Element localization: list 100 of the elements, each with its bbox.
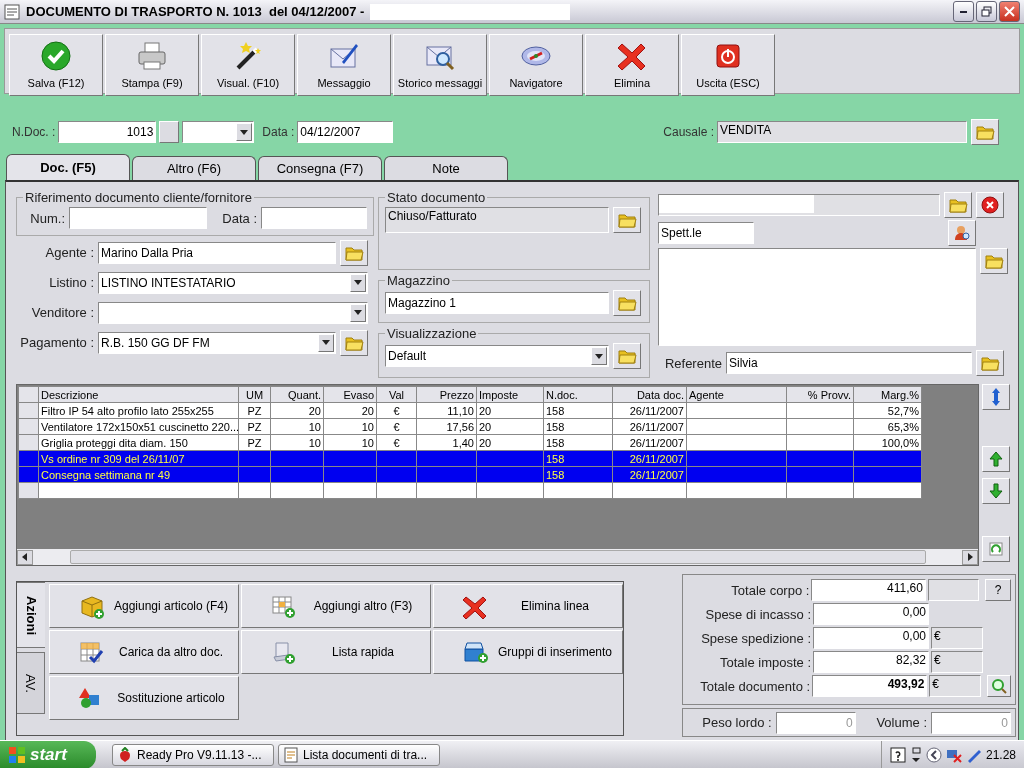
text-field[interactable] bbox=[261, 207, 367, 229]
folder-button[interactable] bbox=[971, 119, 1000, 145]
table-cell: 10 bbox=[270, 434, 324, 451]
text-field[interactable] bbox=[69, 207, 207, 229]
action-button[interactable]: Lista rapida bbox=[241, 630, 431, 674]
table-cell: 52,7% bbox=[853, 402, 922, 419]
column-header[interactable]: Agente bbox=[686, 386, 787, 403]
toolbar-button[interactable]: Uscita (ESC) bbox=[681, 34, 775, 96]
dropdown[interactable] bbox=[98, 301, 368, 324]
column-header[interactable]: Quant. bbox=[270, 386, 324, 403]
toolbar-button[interactable]: Salva (F12) bbox=[9, 34, 103, 96]
field-label: Venditore : bbox=[30, 305, 94, 320]
field-label: Peso lordo : bbox=[701, 715, 772, 730]
toolbar-button[interactable]: Messaggio bbox=[297, 34, 391, 96]
column-header[interactable]: % Provv. bbox=[786, 386, 854, 403]
window-title: DOCUMENTO DI TRASPORTO N. 1013 del 04/12/2007 - bbox=[26, 4, 365, 19]
column-header[interactable]: Data doc. bbox=[612, 386, 687, 403]
dropdown[interactable]: LISTINO INTESTATARIO bbox=[98, 271, 368, 294]
toolbar-button[interactable]: Stampa (F9) bbox=[105, 34, 199, 96]
taskbar-button[interactable]: Ready Pro V9.11.13 -... bbox=[112, 744, 274, 766]
taskbar-button[interactable]: Lista documenti di tra... bbox=[278, 744, 440, 766]
blank-field bbox=[927, 579, 980, 601]
column-header[interactable]: N.doc. bbox=[543, 386, 613, 403]
tab[interactable]: Altro (F6) bbox=[132, 156, 256, 180]
toolbar-button[interactable]: Navigatore bbox=[489, 34, 583, 96]
folder-button[interactable] bbox=[613, 343, 641, 369]
table-cell: 20 bbox=[476, 434, 544, 451]
amount-field: 411,60 bbox=[811, 579, 926, 601]
search-person-button[interactable] bbox=[948, 220, 976, 246]
status-field: Chiuso/Fatturato bbox=[385, 207, 609, 233]
refresh-icon bbox=[988, 540, 1004, 558]
restore-icon bbox=[981, 6, 992, 17]
series-dropdown[interactable] bbox=[182, 121, 255, 143]
action-button[interactable]: Gruppi di inserimento bbox=[433, 630, 623, 674]
customer-field[interactable] bbox=[658, 194, 940, 216]
cube-plus-icon bbox=[78, 593, 104, 619]
windows-logo-icon bbox=[8, 746, 26, 764]
column-header[interactable]: UM bbox=[238, 386, 271, 403]
text-field[interactable]: Marino Dalla Pria bbox=[98, 241, 336, 264]
field-label: Totale corpo : bbox=[730, 582, 810, 598]
action-button[interactable]: Aggiungi altro (F3) bbox=[241, 584, 431, 628]
minimize-button[interactable] bbox=[953, 1, 974, 22]
amount-field: 0,00 bbox=[813, 603, 929, 625]
text-field[interactable]: Magazzino 1 bbox=[385, 292, 609, 314]
dropdown[interactable]: R.B. 150 GG DF FM bbox=[98, 331, 336, 354]
help-button[interactable]: ? bbox=[985, 579, 1011, 601]
column-header[interactable]: Descrizione bbox=[38, 386, 239, 403]
field-label: Totale imposte : bbox=[718, 654, 811, 670]
tab[interactable]: Doc. (F5) bbox=[6, 154, 130, 180]
table-cell: € bbox=[376, 402, 417, 419]
help-icon[interactable] bbox=[889, 747, 906, 763]
folder-button[interactable] bbox=[613, 207, 641, 233]
network-icon[interactable] bbox=[945, 747, 962, 763]
action-button[interactable]: Aggiungi articolo (F4) bbox=[49, 584, 239, 628]
action-button[interactable]: Elimina linea bbox=[433, 584, 623, 628]
folder-button[interactable] bbox=[976, 350, 1004, 376]
restore-button[interactable] bbox=[976, 1, 997, 22]
horizontal-scrollbar[interactable] bbox=[17, 549, 978, 565]
folder-button[interactable] bbox=[980, 248, 1008, 274]
toolbar-button[interactable]: Elimina bbox=[585, 34, 679, 96]
reason-field[interactable]: VENDITA bbox=[717, 121, 968, 143]
address-field[interactable] bbox=[658, 248, 976, 346]
folder-button[interactable] bbox=[613, 290, 641, 316]
move-down-button[interactable] bbox=[982, 478, 1010, 504]
folder-button[interactable] bbox=[340, 239, 368, 266]
number-field[interactable]: 1013 bbox=[58, 121, 157, 143]
restore-icon[interactable] bbox=[909, 747, 922, 763]
side-tab[interactable]: AV. bbox=[17, 652, 45, 714]
move-up-button[interactable] bbox=[982, 446, 1010, 472]
column-header[interactable]: Prezzo bbox=[416, 386, 477, 403]
folder-button[interactable] bbox=[340, 329, 368, 356]
group-title: Stato documento bbox=[386, 190, 487, 205]
column-header[interactable]: Evaso bbox=[323, 386, 377, 403]
date-field[interactable]: 04/12/2007 bbox=[297, 121, 394, 143]
person-search-icon bbox=[953, 224, 971, 242]
table-cell: 20 bbox=[270, 402, 324, 419]
tab[interactable]: Note bbox=[384, 156, 508, 180]
dropdown[interactable]: Default bbox=[385, 345, 609, 367]
sort-button[interactable] bbox=[982, 384, 1010, 410]
remove-button[interactable] bbox=[976, 192, 1004, 218]
lookup-button[interactable] bbox=[159, 121, 180, 143]
tab[interactable]: Consegna (F7) bbox=[258, 156, 382, 180]
column-header[interactable]: Imposte bbox=[476, 386, 544, 403]
salutation-field[interactable]: Spett.le bbox=[658, 222, 754, 244]
refresh-button[interactable] bbox=[982, 536, 1010, 562]
text-field[interactable]: Silvia bbox=[726, 352, 972, 374]
side-tab[interactable]: Azioni bbox=[17, 582, 45, 648]
action-button[interactable]: Sostituzione articolo bbox=[49, 676, 239, 720]
action-button[interactable]: Carica da altro doc. bbox=[49, 630, 239, 674]
toolbar-button[interactable]: Storico messaggi bbox=[393, 34, 487, 96]
column-header[interactable]: Val bbox=[376, 386, 417, 403]
dropdown-arrow-icon bbox=[595, 353, 603, 359]
close-button[interactable] bbox=[999, 1, 1020, 22]
folder-button[interactable] bbox=[944, 192, 972, 218]
toolbar-button[interactable]: Visual. (F10) bbox=[201, 34, 295, 96]
amount-field: 82,32 bbox=[813, 651, 929, 673]
zoom-button[interactable] bbox=[987, 675, 1011, 697]
field-label: Spese spedizione : bbox=[700, 630, 811, 646]
column-header[interactable]: Marg.% bbox=[853, 386, 922, 403]
right-arrow-icon bbox=[966, 553, 974, 561]
